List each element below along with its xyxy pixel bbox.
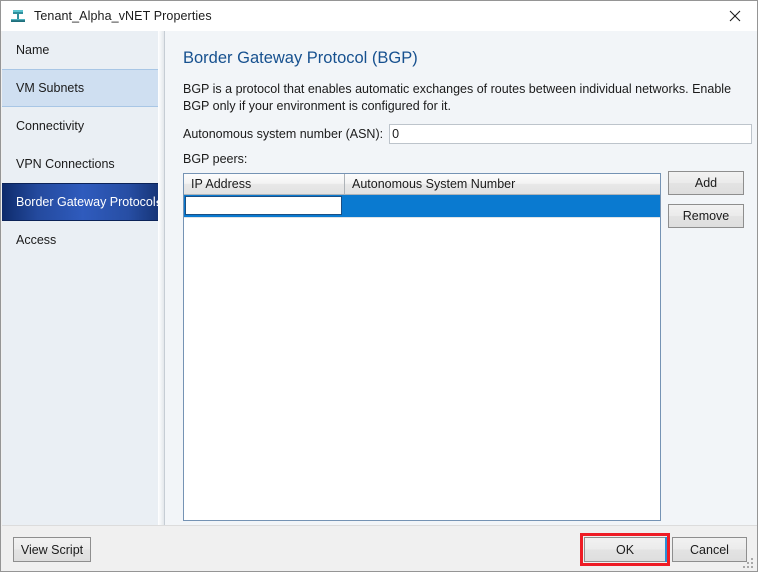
window-title: Tenant_Alpha_vNET Properties	[34, 9, 212, 23]
dialog-body: Name VM Subnets Connectivity VPN Connect…	[2, 31, 757, 525]
column-header-ip-address[interactable]: IP Address	[184, 174, 345, 194]
sidebar-scrollbar[interactable]	[158, 31, 164, 525]
sidebar-item-label: Name	[16, 43, 50, 57]
window-controls	[713, 1, 757, 31]
page-description: BGP is a protocol that enables automatic…	[183, 82, 732, 113]
sidebar-item-label: VM Subnets	[16, 81, 85, 95]
sidebar-item-name[interactable]: Name	[2, 31, 164, 69]
sidebar-item-label: VPN Connections	[16, 157, 115, 171]
asn-row: Autonomous system number (ASN):	[183, 124, 753, 144]
network-vnet-icon	[9, 7, 27, 25]
ok-button[interactable]: OK	[584, 537, 667, 562]
grid-header-row: IP Address Autonomous System Number	[184, 174, 660, 195]
settings-sidebar: Name VM Subnets Connectivity VPN Connect…	[2, 31, 165, 525]
grid-action-buttons: Add Remove	[668, 171, 744, 237]
title-bar: Tenant_Alpha_vNET Properties	[1, 1, 757, 31]
asn-input[interactable]	[389, 124, 753, 144]
sidebar-item-border-gateway-protocol[interactable]: Border Gateway Protocol...	[2, 183, 164, 221]
view-script-button[interactable]: View Script	[13, 537, 91, 562]
sidebar-item-label: Access	[16, 233, 57, 247]
sidebar-item-connectivity[interactable]: Connectivity	[2, 107, 164, 145]
cancel-button[interactable]: Cancel	[672, 537, 747, 562]
dialog-footer: View Script OK Cancel	[2, 525, 757, 571]
add-button[interactable]: Add	[668, 171, 744, 195]
asn-label: Autonomous system number (ASN):	[183, 127, 384, 141]
table-row[interactable]	[184, 195, 660, 217]
sidebar-item-vpn-connections[interactable]: VPN Connections	[2, 145, 164, 183]
sidebar-item-label: Connectivity	[16, 119, 85, 133]
page-title: Border Gateway Protocol (BGP)	[183, 49, 418, 67]
close-icon[interactable]	[713, 1, 757, 31]
resize-grip-icon[interactable]	[742, 557, 754, 569]
grid-empty-area	[184, 217, 660, 520]
bgp-peers-grid[interactable]: IP Address Autonomous System Number	[183, 173, 661, 521]
bgp-peers-label: BGP peers:	[183, 152, 248, 166]
remove-button[interactable]: Remove	[668, 204, 744, 228]
sidebar-item-label: Border Gateway Protocol...	[16, 195, 165, 209]
main-panel: Border Gateway Protocol (BGP) BGP is a p…	[166, 31, 757, 525]
cell-editor-ip-address[interactable]	[185, 196, 342, 215]
properties-dialog: Tenant_Alpha_vNET Properties Name VM Sub…	[0, 0, 758, 572]
sidebar-item-access[interactable]: Access	[2, 221, 164, 259]
sidebar-item-vm-subnets[interactable]: VM Subnets	[2, 69, 164, 107]
column-header-autonomous-system-number[interactable]: Autonomous System Number	[345, 174, 660, 194]
